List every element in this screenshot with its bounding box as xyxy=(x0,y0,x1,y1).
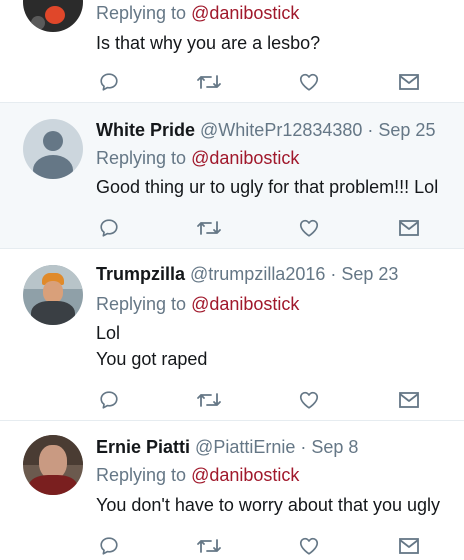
direct-message-icon[interactable] xyxy=(396,70,422,94)
direct-message-icon[interactable] xyxy=(396,216,422,240)
handle[interactable]: @trumpzilla2016 xyxy=(190,264,325,284)
display-name[interactable]: White Pride xyxy=(96,120,195,140)
direct-message-icon[interactable] xyxy=(396,388,422,412)
reply-icon[interactable] xyxy=(96,216,122,240)
tweet-header: Ernie Piatti @PiattiErnie · Sep 8 xyxy=(96,436,358,458)
like-icon[interactable] xyxy=(296,70,322,94)
handle[interactable]: @WhitePr12834380 xyxy=(200,120,362,140)
like-icon[interactable] xyxy=(296,388,322,412)
tweet-text: Lol You got raped xyxy=(96,323,208,369)
tweet-text: Is that why you are a lesbo? xyxy=(96,33,321,53)
tweet-header: White Pride @WhitePr12834380 · Sep 25 xyxy=(96,119,435,141)
retweet-icon[interactable] xyxy=(196,388,222,412)
mention-link[interactable]: @danibostick xyxy=(191,148,299,168)
avatar[interactable] xyxy=(23,435,83,495)
tweet-text: You don't have to worry about that you u… xyxy=(96,495,441,515)
reply-icon[interactable] xyxy=(96,534,122,558)
like-icon[interactable] xyxy=(296,534,322,558)
separator: · xyxy=(295,437,312,457)
reply-thread: Replying to @danibostick Is that why you… xyxy=(0,0,464,560)
avatar[interactable] xyxy=(23,265,83,325)
direct-message-icon[interactable] xyxy=(396,534,422,558)
replying-to: Replying to @danibostick xyxy=(96,294,300,314)
separator: · xyxy=(362,120,379,140)
mention-link[interactable]: @danibostick xyxy=(191,3,299,23)
display-name[interactable]: Ernie Piatti xyxy=(96,437,190,457)
tweet[interactable]: Replying to @danibostick Is that why you… xyxy=(0,0,464,103)
mention-link[interactable]: @danibostick xyxy=(191,465,299,485)
replying-to: Replying to @danibostick xyxy=(96,148,300,168)
mention-link[interactable]: @danibostick xyxy=(191,294,299,314)
handle[interactable]: @PiattiErnie xyxy=(195,437,295,457)
tweet-header: Trumpzilla @trumpzilla2016 · Sep 23 xyxy=(96,263,398,285)
reply-icon[interactable] xyxy=(96,70,122,94)
timestamp[interactable]: Sep 25 xyxy=(378,120,435,140)
timestamp[interactable]: Sep 23 xyxy=(341,264,398,284)
like-icon[interactable] xyxy=(296,216,322,240)
replying-to: Replying to @danibostick xyxy=(96,465,300,485)
separator: · xyxy=(325,264,342,284)
retweet-icon[interactable] xyxy=(196,216,222,240)
tweet-actions xyxy=(96,388,436,412)
timestamp[interactable]: Sep 8 xyxy=(311,437,358,457)
tweet[interactable]: Trumpzilla @trumpzilla2016 · Sep 23 Repl… xyxy=(0,249,464,421)
tweet[interactable]: White Pride @WhitePr12834380 · Sep 25 Re… xyxy=(0,103,464,249)
avatar[interactable] xyxy=(23,119,83,179)
avatar[interactable] xyxy=(23,0,83,32)
tweet-text: Good thing ur to ugly for that problem!!… xyxy=(96,177,439,197)
tweet-actions xyxy=(96,534,436,558)
retweet-icon[interactable] xyxy=(196,534,222,558)
tweet-actions xyxy=(96,70,436,94)
display-name[interactable]: Trumpzilla xyxy=(96,264,185,284)
retweet-icon[interactable] xyxy=(196,70,222,94)
tweet[interactable]: Ernie Piatti @PiattiErnie · Sep 8 Replyi… xyxy=(0,421,464,560)
replying-to: Replying to @danibostick xyxy=(96,3,300,23)
tweet-actions xyxy=(96,216,436,240)
reply-icon[interactable] xyxy=(96,388,122,412)
